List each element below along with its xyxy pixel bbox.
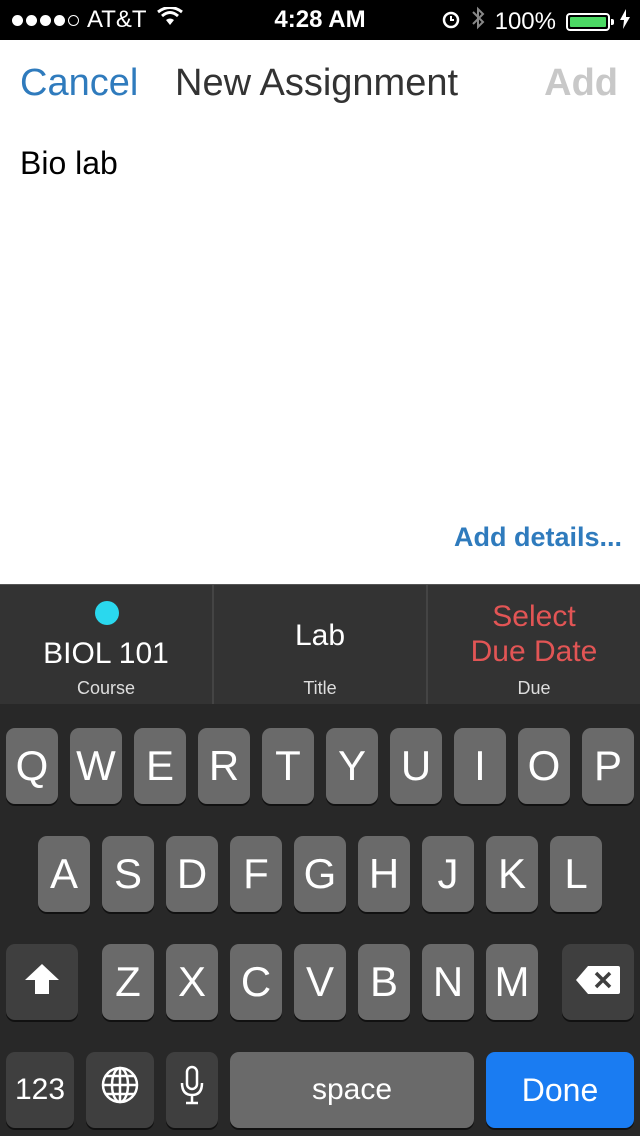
key-w[interactable]: W [70, 728, 122, 804]
key-n[interactable]: N [422, 944, 474, 1020]
alarm-icon [441, 8, 461, 36]
shift-icon [23, 958, 61, 1006]
status-right: 100% [441, 6, 630, 37]
key-p[interactable]: P [582, 728, 634, 804]
key-g[interactable]: G [294, 836, 346, 912]
key-q[interactable]: Q [6, 728, 58, 804]
cancel-button[interactable]: Cancel [20, 62, 138, 105]
globe-icon [100, 1065, 140, 1115]
key-e[interactable]: E [134, 728, 186, 804]
key-b[interactable]: B [358, 944, 410, 1020]
key-u[interactable]: U [390, 728, 442, 804]
bluetooth-icon [471, 6, 485, 37]
assignment-text-input[interactable]: Bio lab [20, 145, 118, 182]
key-d[interactable]: D [166, 836, 218, 912]
key-m[interactable]: M [486, 944, 538, 1020]
key-h[interactable]: H [358, 836, 410, 912]
battery-percent: 100% [494, 7, 556, 35]
keyboard: Q W E R T Y U I O P A S D F G H J K L Z … [0, 704, 640, 1136]
due-line-2: Due Date [470, 635, 598, 668]
done-key[interactable]: Done [486, 1052, 634, 1128]
assignment-accessory-bar: BIOL 101 Course Lab Title Select Due Dat… [0, 584, 640, 705]
battery-icon [566, 12, 614, 31]
add-button[interactable]: Add [544, 62, 618, 105]
key-k[interactable]: K [486, 836, 538, 912]
course-caption: Course [76, 678, 136, 698]
key-t[interactable]: T [262, 728, 314, 804]
title-caption: Title [303, 678, 337, 698]
course-color-dot [95, 601, 119, 625]
microphone-icon [180, 1065, 204, 1115]
title-selector[interactable]: Lab Title [214, 585, 428, 705]
status-bar: AT&T 4:28 AM 100% [0, 0, 640, 40]
course-value: BIOL 101 [43, 637, 169, 670]
key-j[interactable]: J [422, 836, 474, 912]
navigation-bar: Cancel New Assignment Add [0, 40, 640, 132]
delete-key[interactable] [562, 944, 634, 1020]
key-i[interactable]: I [454, 728, 506, 804]
due-date-selector[interactable]: Select Due Date Due [428, 585, 640, 705]
numbers-key[interactable]: 123 [6, 1052, 74, 1128]
key-a[interactable]: A [38, 836, 90, 912]
key-z[interactable]: Z [102, 944, 154, 1020]
key-s[interactable]: S [102, 836, 154, 912]
key-f[interactable]: F [230, 836, 282, 912]
course-selector[interactable]: BIOL 101 Course [0, 585, 214, 705]
delete-icon [574, 958, 622, 1006]
key-v[interactable]: V [294, 944, 346, 1020]
page-title: New Assignment [175, 62, 459, 104]
due-value: Select Due Date [428, 599, 640, 669]
shift-key[interactable] [6, 944, 78, 1020]
dictation-key[interactable] [166, 1052, 218, 1128]
due-caption: Due [517, 678, 551, 698]
charging-icon [620, 8, 630, 36]
key-r[interactable]: R [198, 728, 250, 804]
add-details-link[interactable]: Add details... [454, 522, 622, 553]
space-key[interactable]: space [230, 1052, 474, 1128]
key-x[interactable]: X [166, 944, 218, 1020]
due-line-1: Select [492, 600, 576, 633]
key-y[interactable]: Y [326, 728, 378, 804]
key-c[interactable]: C [230, 944, 282, 1020]
globe-key[interactable] [86, 1052, 154, 1128]
key-l[interactable]: L [550, 836, 602, 912]
title-value: Lab [294, 619, 346, 652]
key-o[interactable]: O [518, 728, 570, 804]
